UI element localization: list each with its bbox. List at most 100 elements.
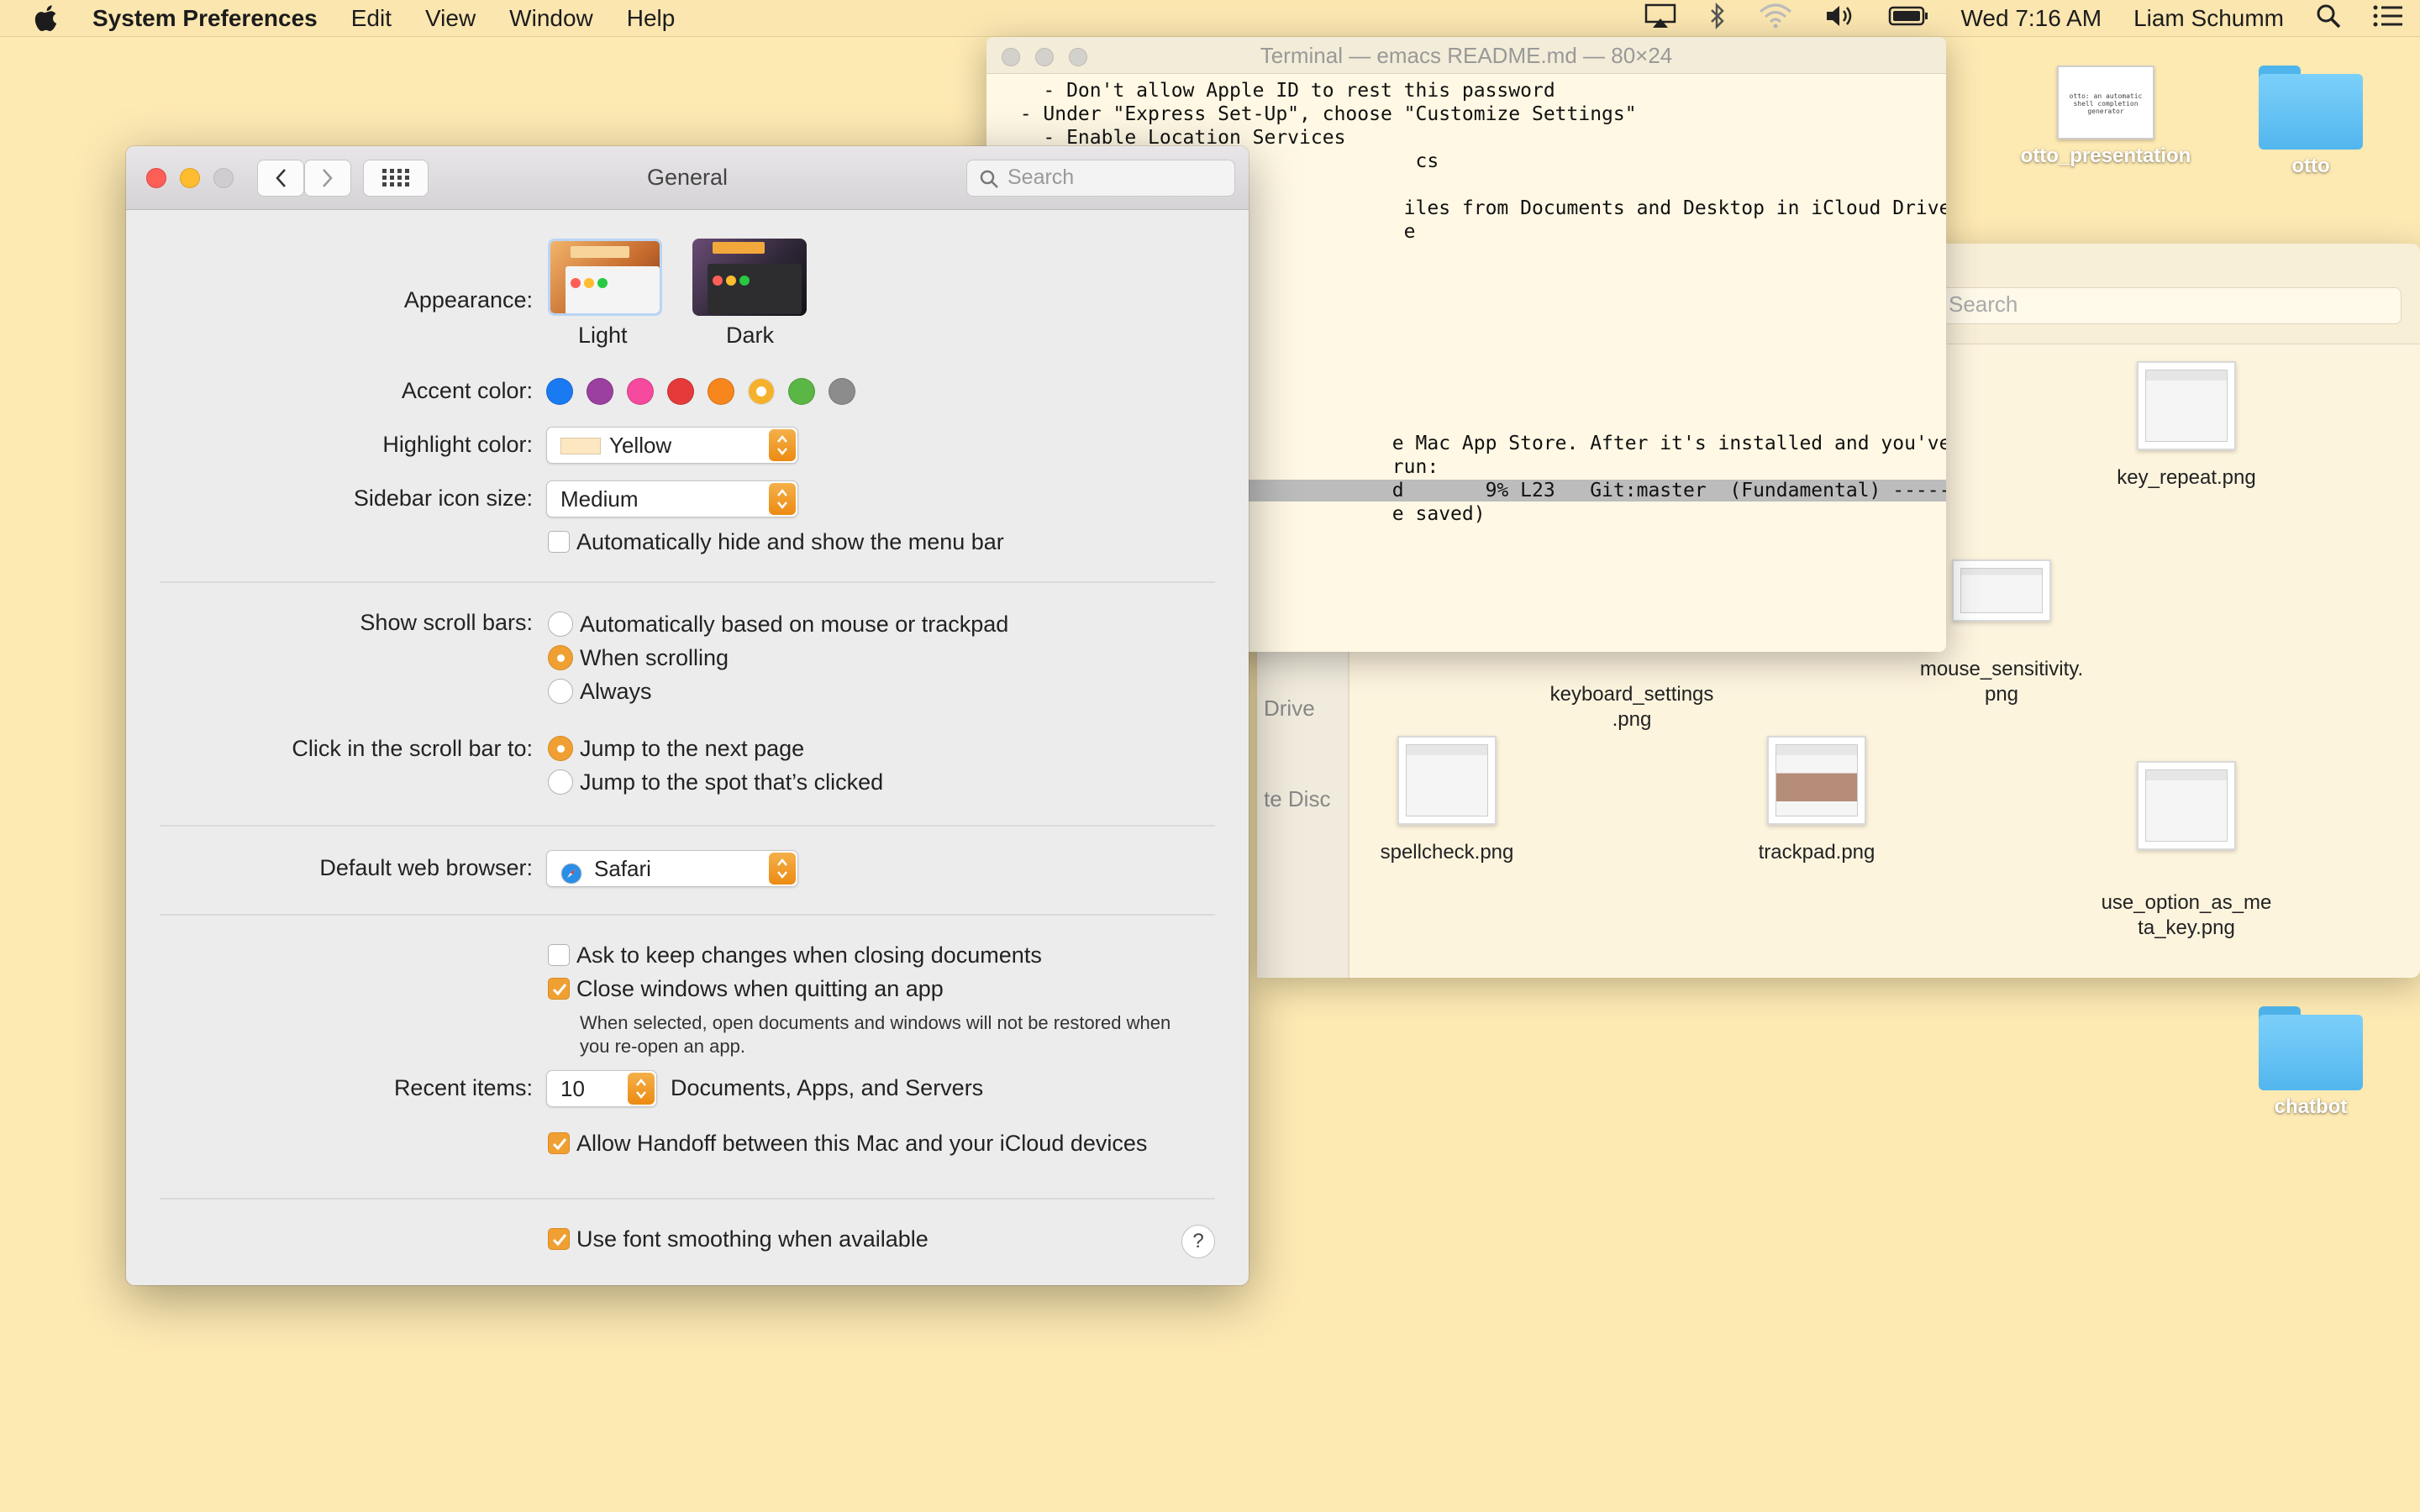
click-spot-radio[interactable] (548, 769, 573, 795)
handoff-checkbox[interactable] (548, 1132, 570, 1154)
menu-help[interactable]: Help (610, 5, 692, 32)
highlight-color-label: Highlight color: (382, 432, 533, 457)
close-windows-checkbox[interactable] (548, 978, 570, 1000)
autohide-menubar-checkbox[interactable] (548, 531, 570, 553)
file-item[interactable]: spellcheck.png (1338, 736, 1556, 865)
appearance-light-option[interactable] (548, 239, 662, 316)
recent-items-popup[interactable]: 10 (546, 1070, 657, 1107)
folder-icon (2259, 66, 2363, 150)
default-browser-popup[interactable]: Safari (546, 850, 798, 887)
menu-clock[interactable]: Wed 7:16 AM (1960, 5, 2102, 32)
apple-menu-icon[interactable] (0, 4, 92, 32)
terminal-zoom-button[interactable] (1069, 48, 1087, 66)
finder-search-placeholder: Search (1949, 291, 2018, 317)
help-button[interactable]: ? (1181, 1225, 1215, 1258)
accent-color-yellow[interactable] (748, 378, 775, 405)
search-icon (980, 170, 998, 188)
terminal-line: - Don't allow Apple ID to rest this pass… (997, 80, 1555, 102)
autohide-menubar-label: Automatically hide and show the menu bar (576, 529, 1004, 554)
accent-color-graphite[interactable] (829, 378, 855, 405)
prefs-search-field[interactable]: Search (966, 160, 1235, 197)
default-browser-value: Safari (594, 856, 651, 881)
accent-color-label: Accent color: (401, 378, 533, 403)
scrollbars-auto-label: Automatically based on mouse or trackpad (580, 612, 1009, 637)
font-smoothing-label: Use font smoothing when available (576, 1226, 929, 1252)
desktop-item-label: otto_presentation (2020, 144, 2191, 167)
accent-color-purple[interactable] (587, 378, 613, 405)
file-label: use_option_as_me ta_key.png (2101, 891, 2272, 939)
checkmark-icon (552, 984, 567, 996)
image-file-icon (1767, 736, 1866, 825)
finder-search-field[interactable]: Search (1919, 287, 2402, 324)
desktop-item-chatbot[interactable]: chatbot (2202, 1006, 2420, 1119)
accent-color-pink[interactable] (627, 378, 654, 405)
file-item[interactable]: key_repeat.png (2077, 361, 2296, 491)
ask-keep-changes-checkbox[interactable] (548, 944, 570, 966)
highlight-color-value: Yellow (609, 433, 672, 458)
appearance-dark-option[interactable] (692, 239, 807, 316)
menu-view[interactable]: View (408, 5, 492, 32)
separator (160, 825, 1215, 827)
airplay-icon[interactable] (1644, 3, 1676, 34)
spotlight-icon[interactable] (2316, 3, 2341, 34)
finder-sidebar-item[interactable]: te Disc (1264, 786, 1330, 812)
menu-app-name[interactable]: System Preferences (92, 5, 334, 32)
battery-icon[interactable] (1888, 5, 1928, 33)
close-windows-label: Close windows when quitting an app (576, 976, 944, 1001)
appearance-light-label: Light (578, 323, 628, 348)
accent-color-green[interactable] (788, 378, 815, 405)
click-next-page-radio[interactable] (548, 736, 573, 761)
accent-color-orange[interactable] (708, 378, 734, 405)
highlight-color-swatch (560, 438, 601, 454)
notification-center-icon[interactable] (2373, 4, 2403, 34)
font-smoothing-checkbox[interactable] (548, 1228, 570, 1250)
menu-user[interactable]: Liam Schumm (2133, 5, 2284, 32)
image-file-icon (1952, 559, 2051, 622)
checkmark-icon (552, 1138, 567, 1151)
file-item[interactable]: trackpad.png (1707, 736, 1926, 865)
desktop-item-otto[interactable]: otto (2202, 66, 2420, 178)
prefs-titlebar: General Search (126, 146, 1249, 210)
accent-color-red[interactable] (667, 378, 694, 405)
show-scroll-bars-label: Show scroll bars: (360, 610, 533, 635)
folder-icon (2259, 1006, 2363, 1090)
finder-sidebar-item[interactable]: Drive (1264, 696, 1315, 722)
file-label: trackpad.png (1758, 841, 1876, 864)
safari-icon (560, 859, 582, 895)
accent-color-blue[interactable] (546, 378, 573, 405)
chevron-updown-icon (628, 1073, 655, 1105)
sidebar-icon-size-value: Medium (560, 486, 639, 512)
appearance-dark-label: Dark (726, 323, 775, 348)
image-file-icon (2137, 761, 2236, 850)
click-spot-label: Jump to the spot that’s clicked (580, 769, 884, 795)
terminal-line: - Under "Express Set-Up", choose "Custom… (997, 103, 1637, 125)
file-item[interactable]: use_option_as_me ta_key.png (2077, 736, 2296, 966)
finder-sidebar: Drive te Disc (1257, 638, 1349, 978)
desktop-item-label: otto (2291, 155, 2330, 177)
sidebar-icon-size-popup[interactable]: Medium (546, 480, 798, 517)
recent-items-value: 10 (560, 1076, 585, 1101)
menu-window[interactable]: Window (492, 5, 610, 32)
scrollbars-when-scrolling-radio[interactable] (548, 645, 573, 670)
image-file-icon (1397, 736, 1497, 825)
appearance-label: Appearance: (403, 287, 533, 312)
scrollbars-auto-radio[interactable] (548, 612, 573, 637)
default-browser-label: Default web browser: (319, 855, 533, 880)
separator (160, 914, 1215, 916)
terminal-minimize-button[interactable] (1035, 48, 1054, 66)
desktop-item-otto-presentation[interactable]: otto: an automatic shell completion gene… (1996, 66, 2215, 168)
search-placeholder: Search (1007, 165, 1075, 189)
terminal-titlebar: Terminal — emacs README.md — 80×24 (986, 37, 1946, 74)
document-thumbnail: otto: an automatic shell completion gene… (2057, 66, 2154, 139)
separator (160, 1198, 1215, 1200)
terminal-close-button[interactable] (1002, 48, 1020, 66)
ask-keep-changes-label: Ask to keep changes when closing documen… (576, 942, 1042, 968)
highlight-color-popup[interactable]: Yellow (546, 427, 798, 464)
bluetooth-icon[interactable] (1708, 2, 1727, 35)
wifi-icon[interactable] (1759, 3, 1792, 34)
volume-icon[interactable] (1824, 3, 1856, 34)
menu-edit[interactable]: Edit (334, 5, 408, 32)
system-preferences-window: General Search Appearance: Light Dark Ac… (126, 146, 1249, 1285)
scrollbars-always-radio[interactable] (548, 679, 573, 704)
click-scroll-bar-label: Click in the scroll bar to: (292, 736, 533, 761)
